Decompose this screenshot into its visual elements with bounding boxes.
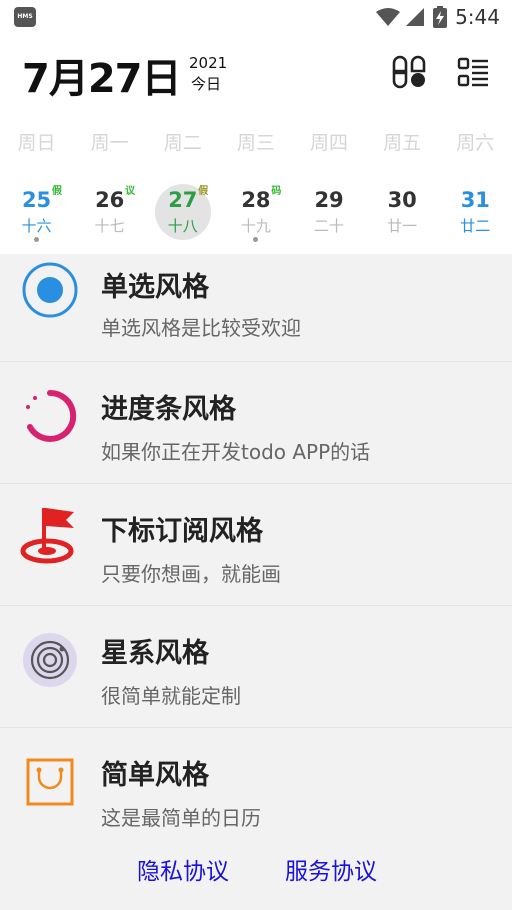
- weekday-wed: 周三: [236, 132, 275, 154]
- day-cell-selected[interactable]: 27 十八 假: [146, 184, 219, 250]
- item-subtitle: 如果你正在开发todo APP的话: [101, 440, 371, 464]
- weekday-fri: 周五: [383, 132, 422, 154]
- day-cell[interactable]: 25 十六 假: [0, 184, 73, 250]
- event-dot: [34, 237, 40, 242]
- item-subtitle: 很简单就能定制: [101, 684, 241, 708]
- galaxy-icon: [20, 630, 80, 690]
- signal-icon: [406, 8, 425, 26]
- weekday-sun: 周日: [17, 132, 56, 154]
- today-label[interactable]: 今日: [191, 73, 221, 94]
- hms-badge: HMS: [14, 7, 36, 27]
- day-mark: 假: [198, 186, 209, 197]
- list-item-radio-style[interactable]: 单选风格 单选风格是比较受欢迎: [0, 254, 512, 362]
- radio-button-icon: [20, 260, 80, 320]
- week-days-row: 25 十六 假 26 十七 议 27 十八 假 28 十九 码 29 二十 30: [0, 184, 512, 250]
- list-view-button[interactable]: [455, 54, 491, 90]
- wifi-icon: [376, 8, 401, 26]
- list-item-progress-style[interactable]: 进度条风格 如果你正在开发todo APP的话: [0, 362, 512, 484]
- progress-ring-icon: [20, 386, 80, 446]
- item-title: 星系风格: [101, 638, 209, 669]
- day-number: 29: [314, 188, 344, 212]
- item-title: 简单风格: [101, 760, 209, 791]
- calendar-header: 7月27日 2021 今日 周日 周一 周二 周三 周四 周五 周六 25 十六…: [0, 34, 512, 254]
- list-item-simple-style[interactable]: 简单风格 这是最简单的日历: [0, 728, 512, 850]
- list-view-icon: [457, 57, 488, 87]
- shopping-bag-icon: [20, 752, 80, 812]
- day-mark: 假: [52, 186, 62, 197]
- day-cell[interactable]: 28 十九 码: [219, 184, 292, 250]
- item-title: 下标订阅风格: [101, 516, 263, 547]
- item-title: 单选风格: [101, 272, 209, 303]
- lunar-date: 十九: [240, 217, 271, 235]
- day-number: 30: [387, 188, 417, 212]
- weekday-sat: 周六: [456, 132, 495, 154]
- weekday-mon: 周一: [90, 132, 129, 154]
- lunar-date: 十六: [21, 217, 52, 235]
- day-number: 27: [168, 188, 198, 212]
- weekday-tue: 周二: [163, 132, 202, 154]
- lunar-date: 二十: [314, 217, 345, 235]
- list-item-galaxy-style[interactable]: 星系风格 很简单就能定制: [0, 606, 512, 728]
- footer-links: 隐私协议 服务协议: [0, 848, 512, 888]
- day-cell[interactable]: 26 十七 议: [73, 184, 146, 250]
- day-cell[interactable]: 31 廿二: [439, 184, 512, 250]
- day-cell[interactable]: 30 廿一: [366, 184, 439, 250]
- style-list: 单选风格 单选风格是比较受欢迎 进度条风格 如果你正在开发todo APP的话 …: [0, 254, 512, 850]
- current-date: 7月27日: [22, 56, 181, 102]
- day-number: 31: [460, 188, 490, 212]
- grid-view-button[interactable]: [391, 54, 427, 90]
- list-item-subscript-style[interactable]: 下标订阅风格 只要你想画，就能画: [0, 484, 512, 606]
- status-bar: HMS 5:44: [0, 0, 512, 34]
- lunar-date: 廿二: [460, 217, 491, 235]
- event-dot: [253, 237, 259, 242]
- weekday-row: 周日 周一 周二 周三 周四 周五 周六: [0, 128, 512, 154]
- day-mark: 议: [125, 186, 136, 197]
- item-title: 进度条风格: [101, 394, 236, 425]
- item-subtitle: 只要你想画，就能画: [101, 562, 281, 586]
- grid-view-icon: [392, 55, 426, 89]
- flag-icon: [20, 506, 80, 566]
- day-number: 25: [21, 188, 52, 212]
- lunar-date: 十八: [167, 217, 198, 235]
- clock: 5:44: [455, 5, 500, 29]
- item-subtitle: 这是最简单的日历: [101, 806, 261, 830]
- day-number: 28: [241, 188, 271, 212]
- day-number: 26: [95, 188, 125, 212]
- battery-charging-icon: [433, 6, 448, 28]
- day-cell[interactable]: 29 二十: [293, 184, 366, 250]
- service-agreement-link[interactable]: 服务协议: [285, 852, 377, 886]
- item-subtitle: 单选风格是比较受欢迎: [101, 316, 301, 340]
- privacy-policy-link[interactable]: 隐私协议: [137, 852, 229, 886]
- lunar-date: 廿一: [387, 217, 418, 235]
- lunar-date: 十七: [94, 217, 125, 235]
- day-mark: 码: [271, 186, 282, 197]
- current-year: 2021: [189, 54, 228, 72]
- weekday-thu: 周四: [310, 132, 349, 154]
